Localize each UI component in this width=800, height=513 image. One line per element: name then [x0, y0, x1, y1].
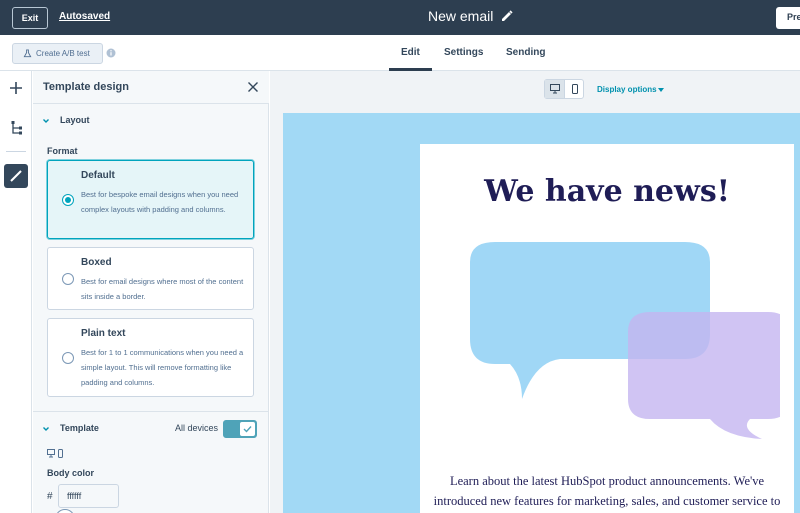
- create-ab-test-button[interactable]: Create A/B test: [12, 43, 103, 64]
- autosaved-link[interactable]: Autosaved: [59, 11, 110, 22]
- panel-header: Template design: [33, 71, 269, 104]
- edit-title-pencil-icon[interactable]: [500, 9, 514, 23]
- email-body-text[interactable]: Learn about the latest HubSpot product a…: [420, 471, 794, 511]
- email-headline[interactable]: We have news!: [420, 174, 794, 209]
- radio-button[interactable]: [62, 273, 74, 285]
- format-option-desc: Best for 1 to 1 communications when you …: [81, 348, 244, 387]
- design-tool-button[interactable]: [4, 164, 28, 188]
- body-color-input[interactable]: ffffff: [58, 484, 119, 508]
- desktop-view-button[interactable]: [545, 80, 565, 98]
- check-icon: [243, 426, 252, 433]
- format-option-title: Default: [81, 170, 115, 181]
- pencil-icon: [10, 170, 22, 182]
- desktop-mobile-icon: [47, 449, 63, 458]
- color-swatch[interactable]: [55, 509, 75, 513]
- format-option-desc: Best for email designs where most of the…: [81, 277, 244, 301]
- tab-settings[interactable]: Settings: [444, 47, 483, 58]
- exit-button[interactable]: Exit: [12, 7, 48, 29]
- body-color-label: Body color: [47, 468, 95, 478]
- top-bar: Exit Autosaved New email Pre: [0, 0, 800, 35]
- format-option-title: Plain text: [81, 328, 126, 339]
- chevron-down-icon: [43, 119, 49, 123]
- email-title[interactable]: New email: [428, 8, 493, 24]
- hash-symbol: #: [47, 491, 53, 502]
- format-option-plain-text[interactable]: Plain text Best for 1 to 1 communication…: [47, 318, 254, 397]
- format-option-boxed[interactable]: Boxed Best for email designs where most …: [47, 247, 254, 310]
- layout-section-label: Layout: [60, 115, 90, 125]
- radio-button[interactable]: [62, 352, 74, 364]
- desktop-icon: [550, 84, 560, 94]
- left-rail: [0, 71, 32, 513]
- format-option-desc: Best for bespoke email designs when you …: [81, 190, 239, 214]
- plus-icon[interactable]: [7, 79, 25, 97]
- editor-toolbar: Create A/B test Edit Settings Sending: [0, 35, 800, 71]
- email-preview-area: Display options We have news! Learn abou…: [270, 71, 800, 513]
- mobile-view-button[interactable]: [565, 80, 583, 98]
- email-body-line: introduced new features for marketing, s…: [433, 494, 781, 508]
- email-body[interactable]: We have news! Learn about the latest Hub…: [420, 144, 794, 513]
- all-devices-toggle[interactable]: [223, 420, 257, 438]
- chevron-down-icon: [43, 427, 49, 431]
- all-devices-label: All devices: [175, 423, 219, 433]
- format-option-title: Boxed: [81, 257, 112, 268]
- caret-down-icon: [658, 88, 664, 92]
- format-label: Format: [47, 146, 78, 156]
- section-divider: [33, 411, 269, 412]
- device-toggle: [544, 79, 584, 99]
- template-design-panel: Template design Layout Format Default Be…: [33, 71, 269, 513]
- tab-edit[interactable]: Edit: [401, 47, 420, 58]
- email-body-line: Learn about the latest HubSpot product a…: [449, 474, 765, 488]
- tab-sending[interactable]: Sending: [506, 47, 545, 58]
- radio-button[interactable]: [62, 194, 74, 206]
- panel-title: Template design: [43, 81, 129, 93]
- tree-icon[interactable]: [7, 119, 25, 137]
- format-option-default[interactable]: Default Best for bespoke email designs w…: [47, 160, 254, 239]
- mobile-icon: [572, 84, 578, 94]
- speech-bubbles-image[interactable]: [440, 234, 780, 454]
- info-icon[interactable]: [106, 48, 116, 58]
- rail-divider: [6, 151, 26, 152]
- toggle-knob: [240, 422, 255, 436]
- close-icon[interactable]: [247, 81, 259, 93]
- preview-button[interactable]: Pre: [776, 7, 800, 29]
- layout-section-toggle[interactable]: Layout: [33, 110, 269, 134]
- flask-icon: [23, 49, 32, 58]
- display-options-dropdown[interactable]: Display options: [597, 85, 657, 94]
- create-ab-test-label: Create A/B test: [36, 49, 90, 58]
- template-section-label: Template: [60, 423, 99, 433]
